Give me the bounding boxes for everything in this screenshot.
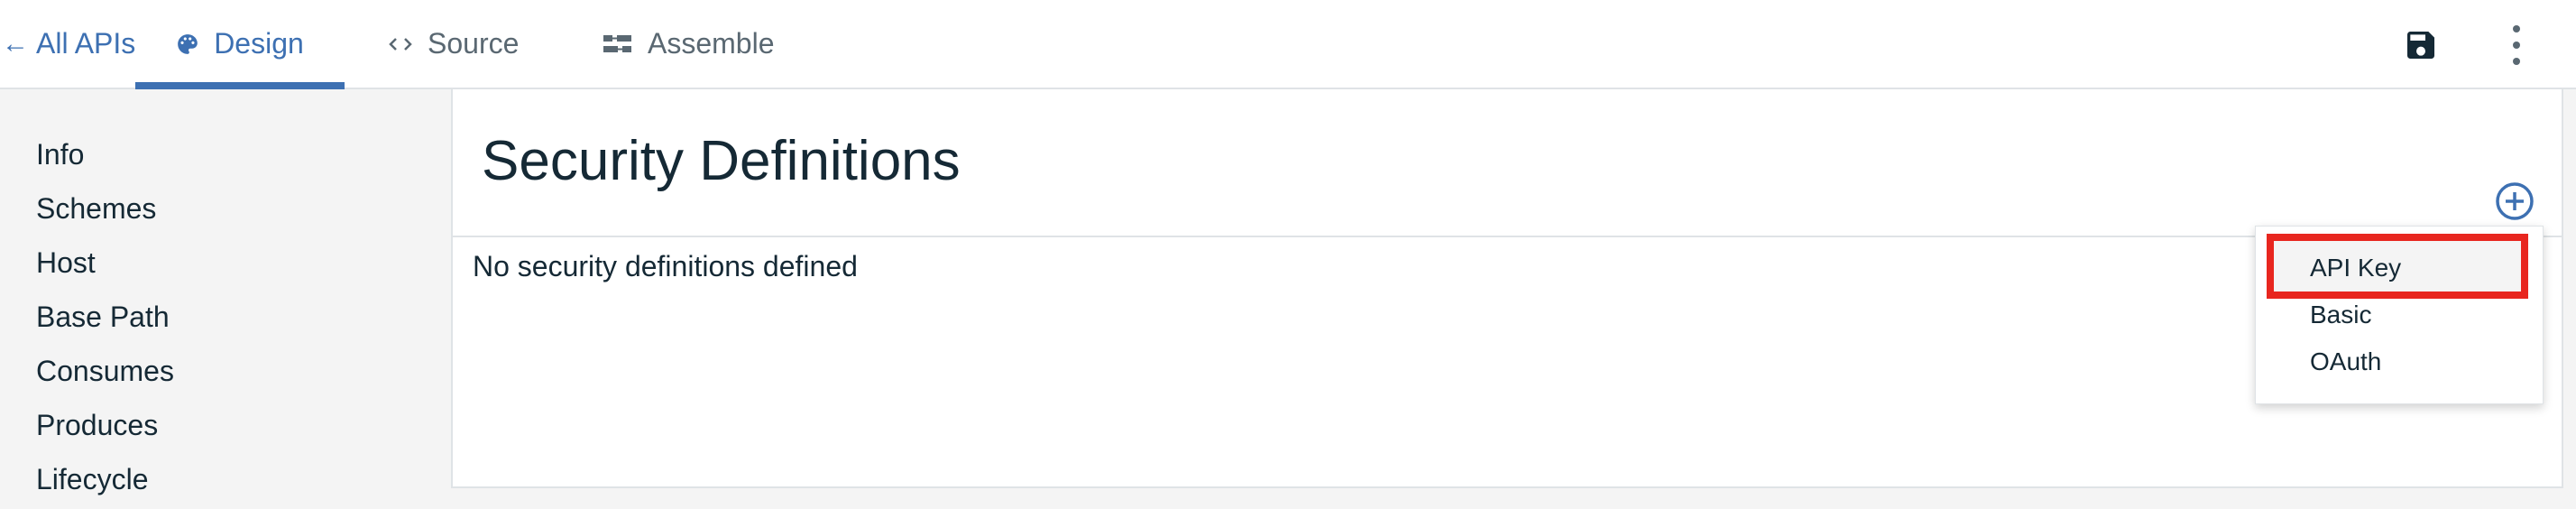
- menu-item-api-key[interactable]: API Key: [2310, 248, 2401, 288]
- add-security-menu: API Key Basic OAuth: [2255, 226, 2544, 404]
- top-nav-bar: ← All APIs Design Source Assemble: [0, 0, 2576, 89]
- save-button[interactable]: [2396, 20, 2446, 70]
- overflow-menu-button[interactable]: [2495, 20, 2538, 70]
- code-icon: [388, 35, 413, 53]
- security-definitions-panel: Security Definitions No security definit…: [451, 89, 2563, 488]
- menu-item-basic[interactable]: Basic: [2310, 295, 2371, 335]
- page-title: Security Definitions: [482, 130, 961, 192]
- tab-source[interactable]: Source: [388, 0, 519, 88]
- empty-state-text: No security definitions defined: [473, 250, 858, 282]
- add-security-definition-button[interactable]: [2493, 180, 2536, 223]
- sidebar: Info Schemes Host Base Path Consumes Pro…: [0, 89, 451, 509]
- sidebar-item-info[interactable]: Info: [36, 134, 84, 175]
- sidebar-item-host[interactable]: Host: [36, 242, 96, 283]
- sidebar-item-lifecycle[interactable]: Lifecycle: [36, 458, 149, 500]
- assemble-icon: [603, 32, 633, 56]
- tab-design[interactable]: Design: [135, 0, 345, 89]
- sidebar-item-base-path[interactable]: Base Path: [36, 296, 170, 338]
- overflow-menu-icon: [2513, 25, 2520, 65]
- tab-assemble-label: Assemble: [648, 27, 775, 60]
- sidebar-item-schemes[interactable]: Schemes: [36, 188, 156, 229]
- divider: [453, 236, 2562, 237]
- all-apis-label: All APIs: [36, 27, 136, 60]
- menu-item-oauth[interactable]: OAuth: [2310, 342, 2381, 382]
- add-circle-icon: [2496, 182, 2534, 220]
- back-arrow-icon: ←: [2, 28, 29, 59]
- tab-assemble[interactable]: Assemble: [603, 0, 775, 88]
- sidebar-item-consumes[interactable]: Consumes: [36, 350, 174, 392]
- tab-design-label: Design: [214, 27, 304, 60]
- all-apis-link[interactable]: ← All APIs: [2, 0, 135, 88]
- active-tab-indicator: [135, 82, 345, 89]
- sidebar-item-produces[interactable]: Produces: [36, 404, 158, 446]
- tab-source-label: Source: [428, 27, 520, 60]
- save-icon: [2407, 32, 2434, 59]
- palette-icon: [176, 32, 199, 56]
